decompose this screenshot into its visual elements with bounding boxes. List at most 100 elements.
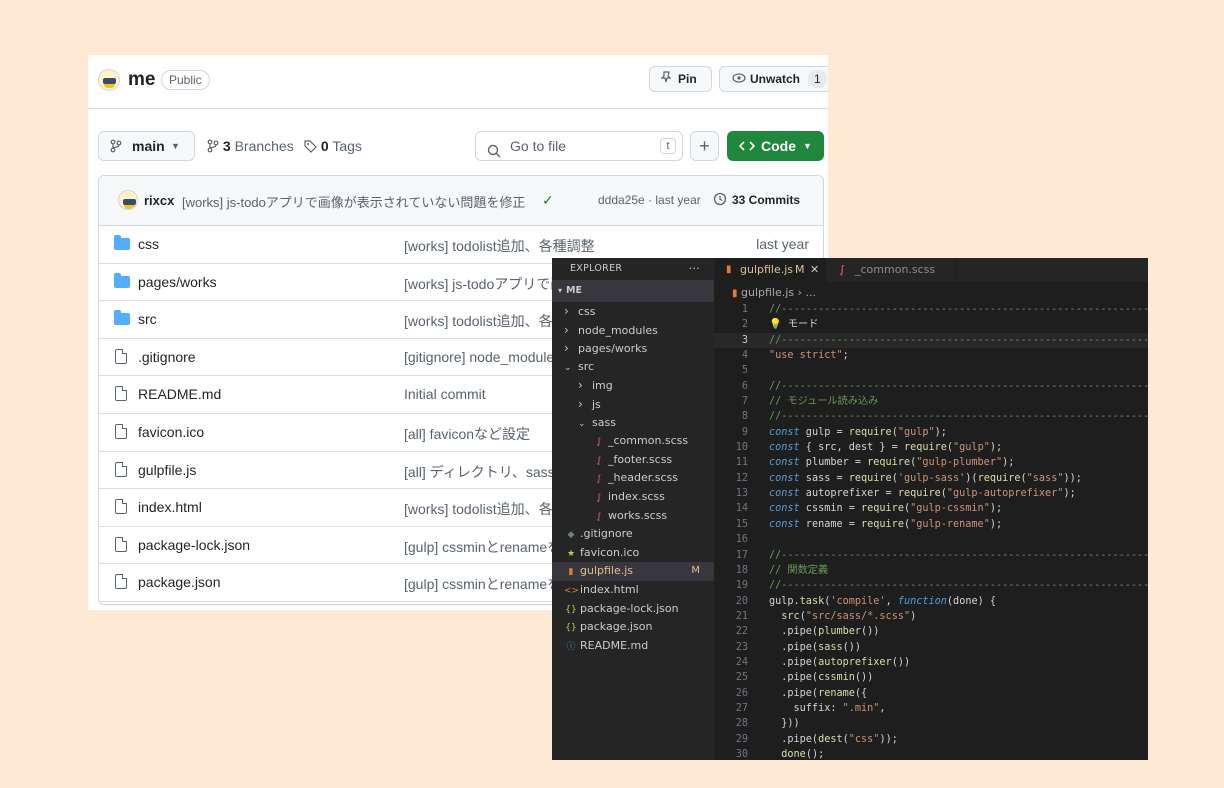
tree-item[interactable]: ᶘ works.scss — [552, 507, 714, 526]
tree-item[interactable]: ⌄ src — [552, 358, 714, 377]
pin-button[interactable]: Pin — [649, 66, 712, 92]
file-commit-message[interactable]: [gitignore] node_modules — [404, 349, 561, 365]
tree-item[interactable]: ◆ .gitignore — [552, 525, 714, 544]
line-number: 9 — [741, 426, 748, 438]
breadcrumb-file[interactable]: gulpfile.js — [741, 286, 794, 299]
owner-avatar[interactable] — [98, 69, 120, 91]
tree-item[interactable]: › js — [552, 395, 714, 414]
code-line[interactable]: 10 const { src, dest } = require("gulp"); — [714, 440, 1148, 455]
file-commit-message[interactable]: [works] todolist追加、各種 — [404, 311, 567, 331]
file-name[interactable]: README.md — [138, 386, 221, 402]
code-line[interactable]: 18 // 関数定義 — [714, 563, 1148, 578]
tree-item[interactable]: › img — [552, 376, 714, 395]
tree-item[interactable]: ᶘ _common.scss — [552, 432, 714, 451]
file-name[interactable]: .gitignore — [138, 349, 196, 365]
file-name[interactable]: src — [138, 311, 157, 327]
code-line[interactable]: 22 .pipe(plumber()) — [714, 624, 1148, 639]
code-line[interactable]: 5 — [714, 363, 1148, 378]
code-line[interactable]: 30 done(); — [714, 747, 1148, 760]
tree-item[interactable]: ⌄ sass — [552, 414, 714, 433]
commits-link[interactable]: 33 Commits — [732, 193, 800, 207]
gulp-icon: ▮ — [568, 567, 574, 578]
code-line[interactable]: 27 suffix: ".min", — [714, 701, 1148, 716]
code-line[interactable]: 9 const gulp = require("gulp"); — [714, 425, 1148, 440]
check-icon[interactable]: ✓ — [542, 192, 554, 209]
breadcrumb-more[interactable]: ... — [805, 286, 816, 299]
file-commit-message[interactable]: [works] js-todoアプリで画 — [404, 274, 564, 294]
code-line[interactable]: 16 — [714, 532, 1148, 547]
tree-item[interactable]: › node_modules — [552, 321, 714, 340]
add-file-button[interactable]: + — [690, 131, 719, 161]
code-line[interactable]: 4 "use strict"; — [714, 348, 1148, 363]
code-line[interactable]: 28 })) — [714, 716, 1148, 731]
commit-message[interactable]: [works] js-todoアプリで画像が表示されていない問題を修正 — [182, 192, 525, 211]
unwatch-button[interactable]: Unwatch 1 — [719, 66, 828, 92]
code-line[interactable]: 20 gulp.task('compile', function(done) { — [714, 594, 1148, 609]
code-line[interactable]: 1 //-------------------------------------… — [714, 302, 1148, 317]
code-line[interactable]: 6 //-------------------------------------… — [714, 379, 1148, 394]
code-line[interactable]: 21 src("src/sass/*.scss") — [714, 609, 1148, 624]
file-commit-message[interactable]: Initial commit — [404, 386, 486, 402]
file-commit-message[interactable]: [works] todolist追加、各種 — [404, 499, 567, 519]
code-line[interactable]: 15 const rename = require("gulp-rename"); — [714, 517, 1148, 532]
tree-item[interactable]: {} package.json — [552, 618, 714, 637]
go-to-file-input[interactable]: Go to file t — [475, 131, 683, 161]
code-line[interactable]: 17 //------------------------------------… — [714, 548, 1148, 563]
tree-item-label: _header.scss — [608, 471, 678, 485]
code-line[interactable]: 12 const sass = require('gulp-sass')(requ… — [714, 471, 1148, 486]
file-commit-message[interactable]: [all] faviconなど設定 — [404, 424, 530, 444]
repo-name[interactable]: me — [128, 69, 155, 91]
tree-item[interactable]: ⓘ README.md — [552, 637, 714, 656]
code-line[interactable]: 26 .pipe(rename({ — [714, 686, 1148, 701]
code-line[interactable]: 19 //------------------------------------… — [714, 578, 1148, 593]
tree-item[interactable]: › pages/works — [552, 339, 714, 358]
workspace-root[interactable]: ▾ ME — [552, 280, 714, 302]
tree-item[interactable]: ▮ gulpfile.js M — [552, 562, 714, 581]
line-number: 7 — [741, 396, 748, 408]
file-name[interactable]: css — [138, 236, 159, 252]
close-icon[interactable]: ✕ — [810, 258, 819, 282]
sass-icon: ᶘ — [598, 474, 600, 485]
tree-item[interactable]: ᶘ _footer.scss — [552, 451, 714, 470]
code-line[interactable]: 13 const autoprefixer = require("gulp-aut… — [714, 486, 1148, 501]
file-name[interactable]: gulpfile.js — [138, 462, 196, 478]
file-commit-message[interactable]: [works] todolist追加、各種調整 — [404, 236, 595, 256]
code-line[interactable]: 11 const plumber = require("gulp-plumber"… — [714, 455, 1148, 470]
code-line[interactable]: 8 //-------------------------------------… — [714, 409, 1148, 424]
file-commit-message[interactable]: [all] ディレクトリ、sass構 — [404, 462, 569, 482]
tree-item[interactable]: ᶘ _header.scss — [552, 469, 714, 488]
code-line[interactable]: 14 const cssmin = require("gulp-cssmin"); — [714, 501, 1148, 516]
tags-link[interactable]: 0 Tags — [304, 137, 362, 155]
file-name[interactable]: package.json — [138, 574, 221, 590]
file-name[interactable]: pages/works — [138, 274, 217, 290]
breadcrumb[interactable]: ▮ gulpfile.js › ... — [714, 282, 1148, 304]
code-line[interactable]: 29 .pipe(dest("css")); — [714, 732, 1148, 747]
branches-link[interactable]: 3 Branches — [207, 137, 294, 155]
code-editor[interactable]: 1 //-------------------------------------… — [714, 302, 1148, 760]
commit-hash-time[interactable]: ddda25e · last year — [598, 193, 701, 207]
tree-item[interactable]: › css — [552, 302, 714, 321]
code-line[interactable]: 24 .pipe(autoprefixer()) — [714, 655, 1148, 670]
code-line[interactable]: 25 .pipe(cssmin()) — [714, 670, 1148, 685]
file-name[interactable]: favicon.ico — [138, 424, 204, 440]
branch-select[interactable]: main ▼ — [98, 131, 195, 161]
tab-common-scss[interactable]: ᶘ _common.scss — [827, 258, 957, 282]
file-name[interactable]: index.html — [138, 499, 202, 515]
tree-item[interactable]: {} package-lock.json — [552, 600, 714, 619]
code-line[interactable]: 2 💡 モード — [714, 317, 1148, 332]
tab-gulpfile[interactable]: ▮ gulpfile.js M ✕ — [714, 258, 826, 282]
file-commit-message[interactable]: [gulp] cssminとrenameを — [404, 574, 561, 594]
code-text: .pipe(plumber()) — [769, 626, 880, 638]
tree-item[interactable]: ᶘ index.scss — [552, 488, 714, 507]
tree-item[interactable]: <>index.html — [552, 581, 714, 600]
file-commit-message[interactable]: [gulp] cssminとrenameを — [404, 537, 561, 557]
commit-author[interactable]: rixcx — [144, 193, 174, 208]
code-line[interactable]: 3 //-------------------------------------… — [714, 332, 1148, 349]
code-line[interactable]: 23 .pipe(sass()) — [714, 640, 1148, 655]
code-line[interactable]: 7 // モジュール読み込み — [714, 394, 1148, 409]
commit-author-avatar[interactable] — [118, 190, 138, 210]
file-name[interactable]: package-lock.json — [138, 537, 250, 553]
more-actions-icon[interactable]: ··· — [689, 258, 700, 280]
code-button[interactable]: Code ▼ — [727, 131, 824, 161]
tree-item[interactable]: ★ favicon.ico — [552, 544, 714, 563]
